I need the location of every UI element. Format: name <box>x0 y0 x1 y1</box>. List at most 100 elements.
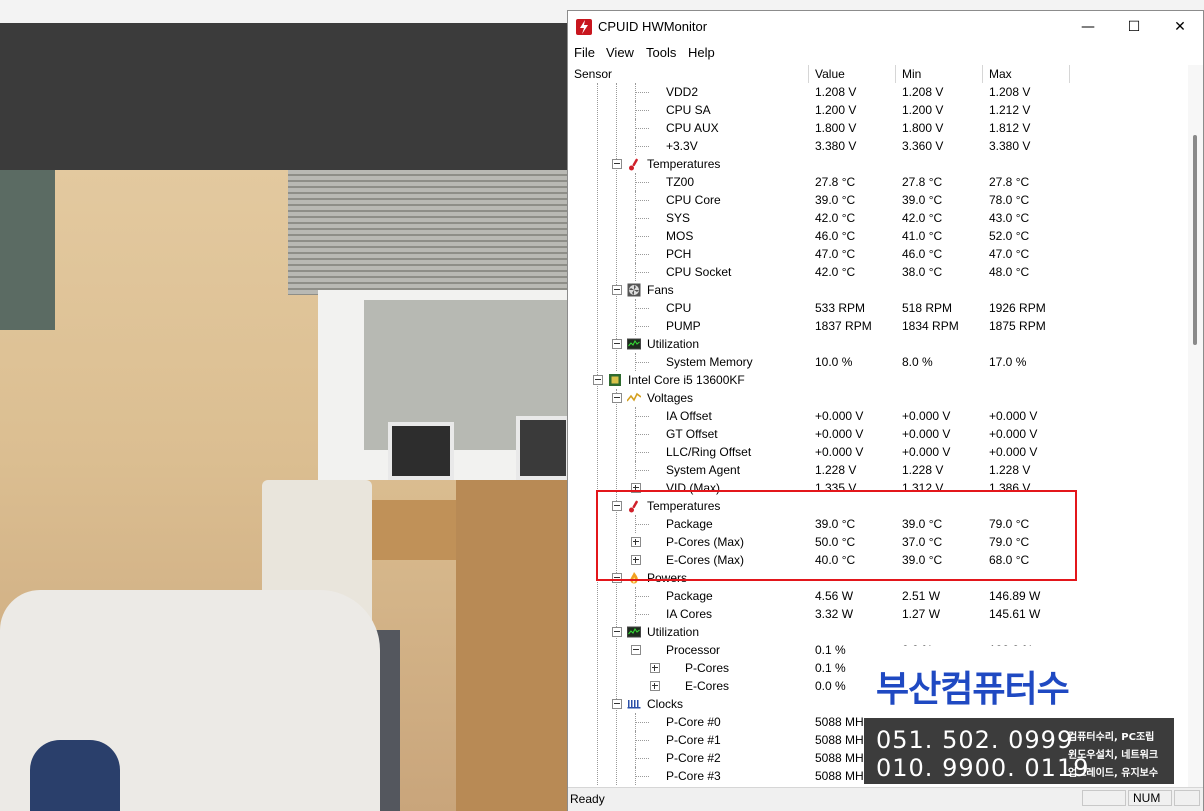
sensor-value: +0.000 V <box>815 409 864 423</box>
thermometer-icon <box>627 157 641 171</box>
tree-connector <box>635 434 649 435</box>
tree-connector <box>635 236 649 237</box>
sensor-label: P-Core #3 <box>666 769 721 783</box>
clock-icon <box>627 697 641 711</box>
sensor-row[interactable]: CPU Socket 42.0 °C 38.0 °C 48.0 °C <box>568 263 1188 281</box>
expand-button[interactable] <box>650 681 660 691</box>
status-text: Ready <box>570 792 605 806</box>
sensor-row[interactable]: CPU AUX 1.800 V 1.800 V 1.812 V <box>568 119 1188 137</box>
tree-connector <box>635 299 636 317</box>
sensor-group-row[interactable]: Utilization <box>568 623 1188 641</box>
sensor-value: 0.0 % <box>815 679 846 693</box>
column-min[interactable]: Min <box>896 65 983 83</box>
ad-service-3: 업그레이드, 유지보수 <box>1068 768 1159 779</box>
sensor-row[interactable]: Package 4.56 W 2.51 W 146.89 W <box>568 587 1188 605</box>
sensor-group-row[interactable]: Utilization <box>568 335 1188 353</box>
sensor-row[interactable]: System Agent 1.228 V 1.228 V 1.228 V <box>568 461 1188 479</box>
sensor-group-row[interactable]: Voltages <box>568 389 1188 407</box>
maximize-button[interactable]: ☐ <box>1111 11 1157 43</box>
collapse-button[interactable] <box>612 285 622 295</box>
sensor-value: 0.1 % <box>815 643 846 657</box>
window-title: CPUID HWMonitor <box>598 19 708 34</box>
sensor-min: 8.0 % <box>902 355 933 369</box>
sensor-label: P-Core #2 <box>666 751 721 765</box>
sensor-row[interactable]: PUMP 1837 RPM 1834 RPM 1875 RPM <box>568 317 1188 335</box>
menu-tools[interactable]: Tools <box>646 45 676 60</box>
menu-help[interactable]: Help <box>688 45 715 60</box>
tree-connector <box>635 146 649 147</box>
collapse-button[interactable] <box>612 627 622 637</box>
collapse-button[interactable] <box>593 375 603 385</box>
hwmonitor-app-icon <box>576 19 592 35</box>
sensor-row[interactable]: CPU Core 39.0 °C 39.0 °C 78.0 °C <box>568 191 1188 209</box>
sensor-group-row[interactable]: Temperatures <box>568 155 1188 173</box>
sensor-min: 518 RPM <box>902 301 953 315</box>
column-blank <box>1070 65 1188 83</box>
expand-button[interactable] <box>650 663 660 673</box>
close-button[interactable]: ✕ <box>1157 11 1203 43</box>
sensor-label: Intel Core i5 13600KF <box>628 373 745 387</box>
sensor-row[interactable]: SYS 42.0 °C 42.0 °C 43.0 °C <box>568 209 1188 227</box>
collapse-button[interactable] <box>631 645 641 655</box>
sensor-group-row[interactable]: Fans <box>568 281 1188 299</box>
sensor-label: E-Cores <box>685 679 730 693</box>
tree-connector <box>635 443 636 461</box>
sensor-value: 5088 MHz <box>815 715 870 729</box>
sensor-row[interactable]: VDD2 1.208 V 1.208 V 1.208 V <box>568 83 1188 101</box>
tree-connector <box>635 326 649 327</box>
minimize-button[interactable]: — <box>1065 11 1111 43</box>
tree-connector <box>635 461 636 479</box>
sensor-min: 27.8 °C <box>902 175 943 189</box>
menu-view[interactable]: View <box>606 45 634 60</box>
tree-connector <box>635 776 649 777</box>
tree-connector <box>635 614 649 615</box>
tree-connector <box>635 758 649 759</box>
sensor-max: 48.0 °C <box>989 265 1030 279</box>
sensor-label: PUMP <box>666 319 701 333</box>
column-max[interactable]: Max <box>983 65 1070 83</box>
collapse-button[interactable] <box>612 393 622 403</box>
menu-bar: File View Tools Help <box>568 43 1203 63</box>
collapse-button[interactable] <box>612 159 622 169</box>
sensor-row[interactable]: GT Offset +0.000 V +0.000 V +0.000 V <box>568 425 1188 443</box>
sensor-min: 1.200 V <box>902 103 944 117</box>
background-window-dark <box>0 23 570 170</box>
column-value[interactable]: Value <box>809 65 896 83</box>
tree-connector <box>635 263 636 281</box>
sensor-row[interactable]: TZ00 27.8 °C 27.8 °C 27.8 °C <box>568 173 1188 191</box>
status-bar: Ready NUM <box>568 787 1203 811</box>
sensor-row[interactable]: CPU SA 1.200 V 1.200 V 1.212 V <box>568 101 1188 119</box>
sensor-value: 3.32 W <box>815 607 854 621</box>
sensor-label: Fans <box>647 283 674 297</box>
title-bar[interactable]: CPUID HWMonitor — ☐ ✕ <box>568 11 1203 43</box>
sensor-label: Package <box>666 589 713 603</box>
sensor-max: 1926 RPM <box>989 301 1046 315</box>
sensor-row[interactable]: PCH 47.0 °C 46.0 °C 47.0 °C <box>568 245 1188 263</box>
ad-banner-bottom: 051. 502. 0999 010. 9900. 0119 컴퓨터수리, PC… <box>864 718 1174 784</box>
collapse-button[interactable] <box>612 339 622 349</box>
sensor-row[interactable]: IA Cores 3.32 W 1.27 W 145.61 W <box>568 605 1188 623</box>
sensor-value: 1.228 V <box>815 463 857 477</box>
scrollbar-thumb[interactable] <box>1193 135 1197 345</box>
sensor-row[interactable]: +3.3V 3.380 V 3.360 V 3.380 V <box>568 137 1188 155</box>
sensor-max: 78.0 °C <box>989 193 1030 207</box>
sensor-max: 3.380 V <box>989 139 1031 153</box>
sensor-min: 1.208 V <box>902 85 944 99</box>
tree-connector <box>635 218 649 219</box>
sensor-label: System Agent <box>666 463 741 477</box>
column-sensor[interactable]: Sensor <box>568 65 809 83</box>
sensor-row[interactable]: CPU 533 RPM 518 RPM 1926 RPM <box>568 299 1188 317</box>
sensor-min: +0.000 V <box>902 427 951 441</box>
menu-file[interactable]: File <box>574 45 595 60</box>
tree-connector <box>635 587 636 605</box>
sensor-row[interactable]: IA Offset +0.000 V +0.000 V +0.000 V <box>568 407 1188 425</box>
sensor-row[interactable]: System Memory 10.0 % 8.0 % 17.0 % <box>568 353 1188 371</box>
chair-wood <box>456 480 570 811</box>
sensor-row[interactable]: MOS 46.0 °C 41.0 °C 52.0 °C <box>568 227 1188 245</box>
tree-connector <box>635 209 636 227</box>
sensor-row[interactable]: LLC/Ring Offset +0.000 V +0.000 V +0.000 V <box>568 443 1188 461</box>
tree-connector <box>635 470 649 471</box>
sensor-group-row[interactable]: Intel Core i5 13600KF <box>568 371 1188 389</box>
vertical-scrollbar[interactable] <box>1188 65 1203 791</box>
collapse-button[interactable] <box>612 699 622 709</box>
